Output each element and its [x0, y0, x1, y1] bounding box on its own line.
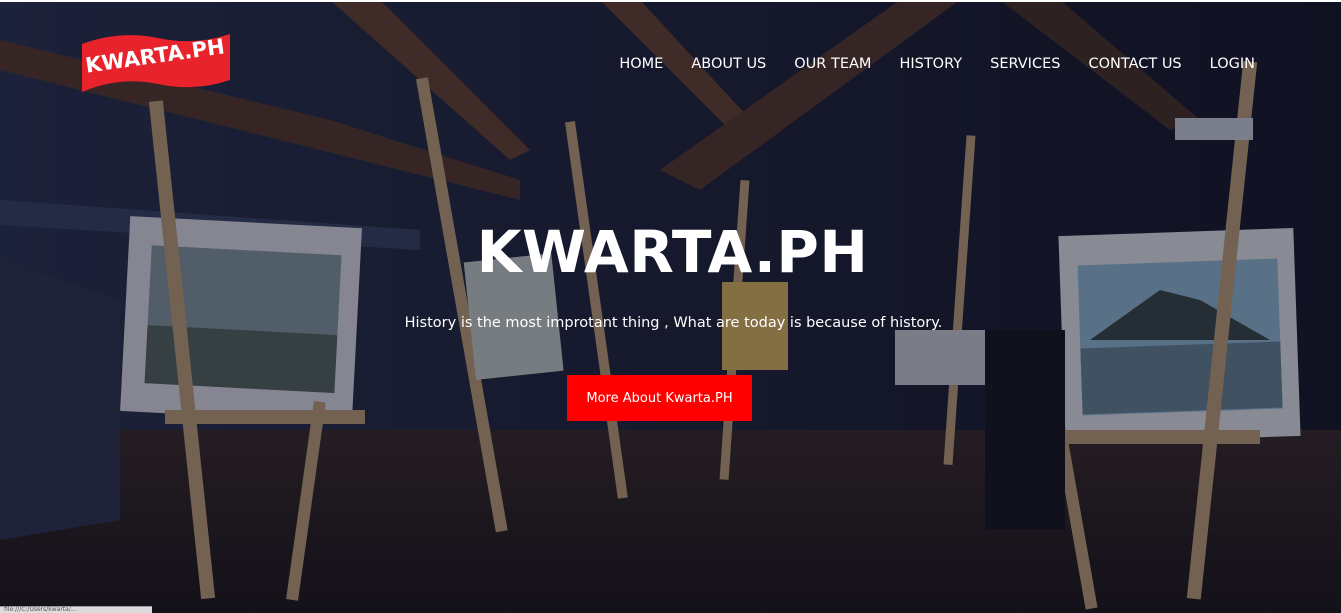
browser-status-bar: file:///C:/Users/kwarta/...	[0, 606, 152, 613]
main-navigation: HOME ABOUT US OUR TEAM HISTORY SERVICES …	[619, 56, 1255, 72]
hero-section: KWARTA.PH HOME ABOUT US OUR TEAM HISTORY…	[0, 0, 1341, 613]
nav-services[interactable]: SERVICES	[990, 56, 1060, 72]
nav-our-team[interactable]: OUR TEAM	[794, 56, 871, 72]
more-about-button[interactable]: More About Kwarta.PH	[567, 375, 752, 421]
nav-login[interactable]: LOGIN	[1210, 56, 1255, 72]
hero-title: KWARTA.PH	[476, 218, 869, 286]
nav-about-us[interactable]: ABOUT US	[691, 56, 766, 72]
nav-history[interactable]: HISTORY	[899, 56, 962, 72]
nav-contact-us[interactable]: CONTACT US	[1088, 56, 1181, 72]
status-bar-text: file:///C:/Users/kwarta/...	[4, 606, 77, 613]
brand-logo[interactable]: KWARTA.PH	[80, 30, 232, 98]
hero-subtitle: History is the most improtant thing , Wh…	[404, 315, 943, 331]
nav-home[interactable]: HOME	[619, 56, 663, 72]
page-top-border	[0, 0, 1341, 2]
